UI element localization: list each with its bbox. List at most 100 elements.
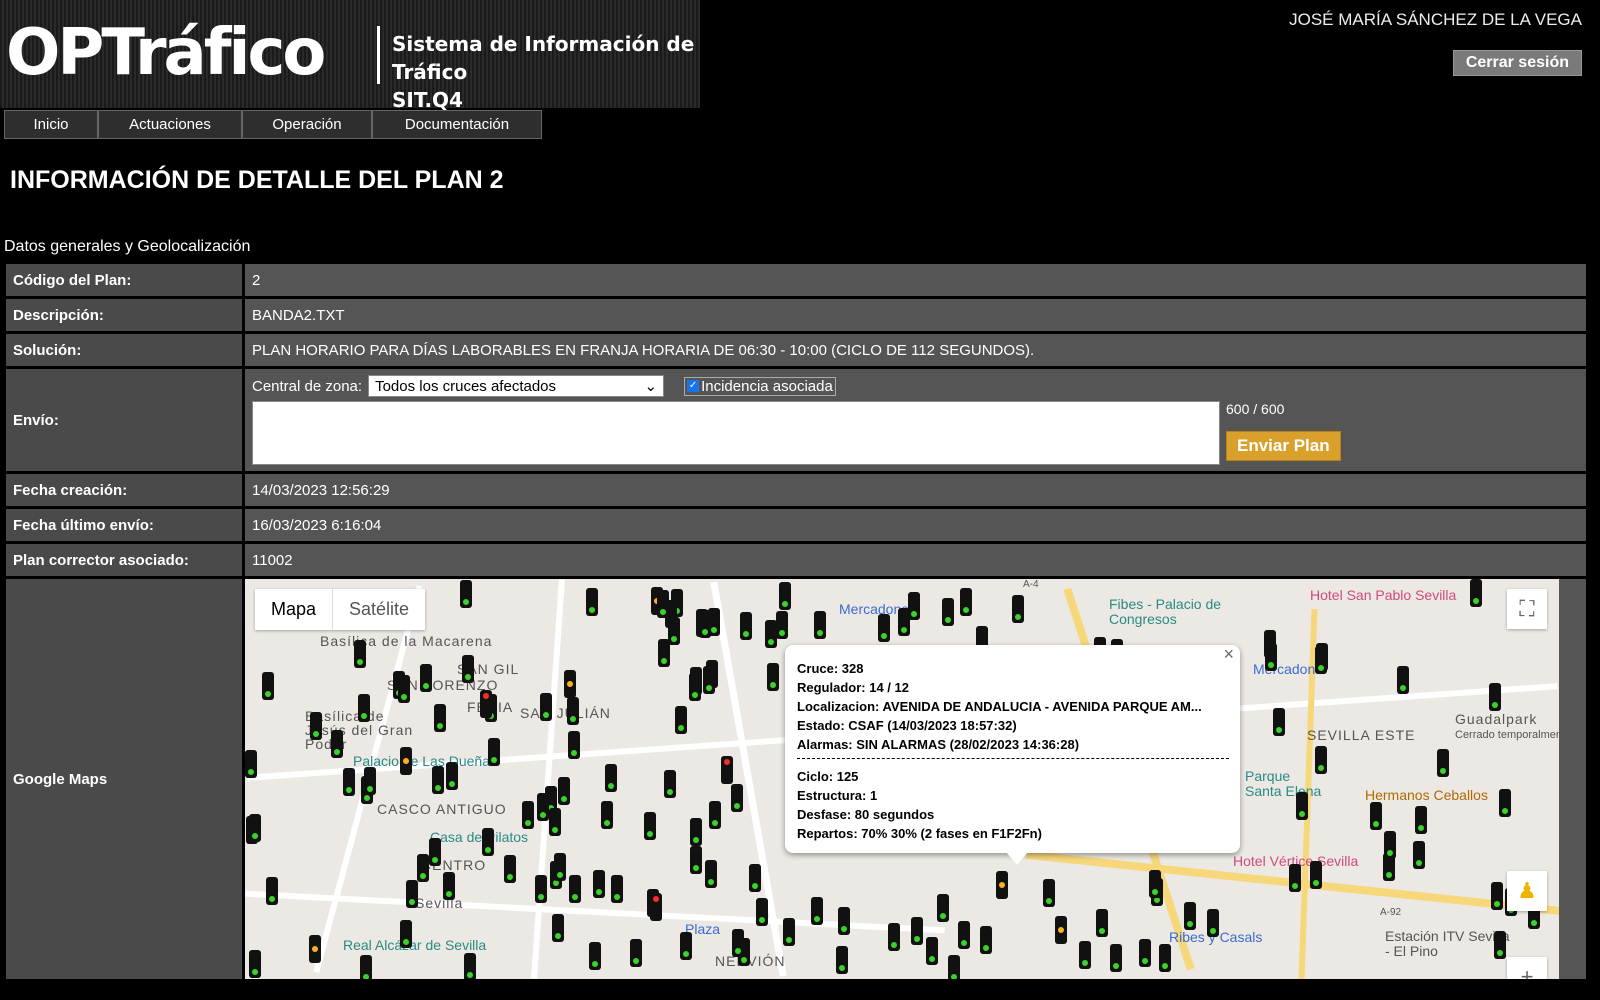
traffic-light-icon[interactable] xyxy=(462,655,474,683)
traffic-light-icon[interactable] xyxy=(1494,931,1506,959)
traffic-light-icon[interactable] xyxy=(331,730,343,758)
traffic-light-icon[interactable] xyxy=(310,712,322,740)
traffic-light-icon[interactable] xyxy=(705,860,717,888)
incidencia-checkbox-wrap[interactable]: ✓ Incidencia asociada xyxy=(684,376,836,396)
zoom-in-icon[interactable]: + xyxy=(1507,957,1547,979)
traffic-light-icon[interactable] xyxy=(958,921,970,949)
traffic-light-icon[interactable] xyxy=(1055,916,1067,944)
traffic-light-icon[interactable] xyxy=(1149,870,1161,898)
traffic-light-icon[interactable] xyxy=(732,929,744,957)
traffic-light-icon[interactable] xyxy=(630,939,642,967)
traffic-light-icon[interactable] xyxy=(664,770,676,798)
traffic-light-icon[interactable] xyxy=(699,610,711,638)
traffic-light-icon[interactable] xyxy=(488,738,500,766)
traffic-light-icon[interactable] xyxy=(1470,579,1482,607)
fullscreen-icon[interactable]: ⛶ xyxy=(1507,589,1547,629)
traffic-light-icon[interactable] xyxy=(731,784,743,812)
traffic-light-icon[interactable] xyxy=(537,793,549,821)
traffic-light-icon[interactable] xyxy=(937,894,949,922)
traffic-light-icon[interactable] xyxy=(586,588,598,616)
nav-actuaciones[interactable]: Actuaciones xyxy=(98,110,242,139)
nav-documentacion[interactable]: Documentación xyxy=(372,110,542,139)
traffic-light-icon[interactable] xyxy=(836,946,848,974)
traffic-light-icon[interactable] xyxy=(589,942,601,970)
traffic-light-icon[interactable] xyxy=(838,907,850,935)
traffic-light-icon[interactable] xyxy=(740,612,752,640)
traffic-light-icon[interactable] xyxy=(1413,841,1425,869)
traffic-light-icon[interactable] xyxy=(783,918,795,946)
incidencia-checkbox[interactable]: ✓ xyxy=(687,380,700,392)
traffic-light-icon[interactable] xyxy=(554,853,566,881)
traffic-light-icon[interactable] xyxy=(689,673,701,701)
traffic-light-icon[interactable] xyxy=(480,690,492,718)
traffic-light-icon[interactable] xyxy=(443,872,455,900)
traffic-light-icon[interactable] xyxy=(756,898,768,926)
traffic-light-icon[interactable] xyxy=(432,766,444,794)
traffic-light-icon[interactable] xyxy=(593,870,605,898)
traffic-light-icon[interactable] xyxy=(709,801,721,829)
traffic-light-icon[interactable] xyxy=(266,877,278,905)
traffic-light-icon[interactable] xyxy=(535,875,547,903)
traffic-light-icon[interactable] xyxy=(1437,749,1449,777)
traffic-light-icon[interactable] xyxy=(690,846,702,874)
traffic-light-icon[interactable] xyxy=(1079,941,1091,969)
traffic-light-icon[interactable] xyxy=(417,854,429,882)
traffic-light-icon[interactable] xyxy=(1273,708,1285,736)
traffic-light-icon[interactable] xyxy=(690,818,702,846)
traffic-light-icon[interactable] xyxy=(948,955,960,979)
nav-operacion[interactable]: Operación xyxy=(242,110,372,139)
traffic-light-icon[interactable] xyxy=(1415,806,1427,834)
send-plan-button[interactable]: Enviar Plan xyxy=(1226,431,1341,461)
traffic-light-icon[interactable] xyxy=(779,582,791,610)
traffic-light-icon[interactable] xyxy=(605,764,617,792)
traffic-light-icon[interactable] xyxy=(749,864,761,892)
traffic-light-icon[interactable] xyxy=(960,588,972,616)
traffic-light-icon[interactable] xyxy=(434,704,446,732)
traffic-light-icon[interactable] xyxy=(398,675,410,703)
traffic-light-icon[interactable] xyxy=(888,923,900,951)
traffic-light-icon[interactable] xyxy=(611,875,623,903)
traffic-light-icon[interactable] xyxy=(1159,944,1171,972)
traffic-light-icon[interactable] xyxy=(567,697,579,725)
traffic-light-icon[interactable] xyxy=(996,871,1008,899)
traffic-light-icon[interactable] xyxy=(400,920,412,948)
traffic-light-icon[interactable] xyxy=(1139,939,1151,967)
traffic-light-icon[interactable] xyxy=(540,693,552,721)
traffic-light-icon[interactable] xyxy=(942,598,954,626)
map-type-satellite[interactable]: Satélite xyxy=(332,589,425,630)
traffic-light-icon[interactable] xyxy=(1012,595,1024,623)
traffic-light-icon[interactable] xyxy=(668,617,680,645)
traffic-light-icon[interactable] xyxy=(522,801,534,829)
traffic-light-icon[interactable] xyxy=(650,893,662,921)
nav-inicio[interactable]: Inicio xyxy=(4,110,98,139)
traffic-light-icon[interactable] xyxy=(406,880,418,908)
google-map[interactable]: Basílica de la Macarena SAN GIL SAN LORE… xyxy=(245,579,1559,979)
traffic-light-icon[interactable] xyxy=(657,590,669,618)
close-icon[interactable]: × xyxy=(1223,645,1234,664)
traffic-light-icon[interactable] xyxy=(1110,944,1122,972)
traffic-light-icon[interactable] xyxy=(721,756,733,784)
traffic-light-icon[interactable] xyxy=(811,897,823,925)
traffic-light-icon[interactable] xyxy=(1184,902,1196,930)
traffic-light-icon[interactable] xyxy=(360,955,372,979)
logout-button[interactable]: Cerrar sesión xyxy=(1452,50,1582,76)
traffic-light-icon[interactable] xyxy=(1315,746,1327,774)
traffic-light-icon[interactable] xyxy=(343,768,355,796)
traffic-light-icon[interactable] xyxy=(364,767,376,795)
traffic-light-icon[interactable] xyxy=(703,666,715,694)
traffic-light-icon[interactable] xyxy=(249,814,261,842)
traffic-light-icon[interactable] xyxy=(309,935,321,963)
message-textarea[interactable] xyxy=(252,401,1220,465)
traffic-light-icon[interactable] xyxy=(482,828,494,856)
traffic-light-icon[interactable] xyxy=(549,808,561,836)
traffic-light-icon[interactable] xyxy=(400,747,412,775)
traffic-light-icon[interactable] xyxy=(1096,909,1108,937)
traffic-light-icon[interactable] xyxy=(504,855,516,883)
traffic-light-icon[interactable] xyxy=(420,664,432,692)
traffic-light-icon[interactable] xyxy=(1499,789,1511,817)
traffic-light-icon[interactable] xyxy=(878,614,890,642)
map-type-map[interactable]: Mapa xyxy=(255,589,332,630)
traffic-light-icon[interactable] xyxy=(552,914,564,942)
traffic-light-icon[interactable] xyxy=(980,926,992,954)
traffic-light-icon[interactable] xyxy=(464,953,476,979)
